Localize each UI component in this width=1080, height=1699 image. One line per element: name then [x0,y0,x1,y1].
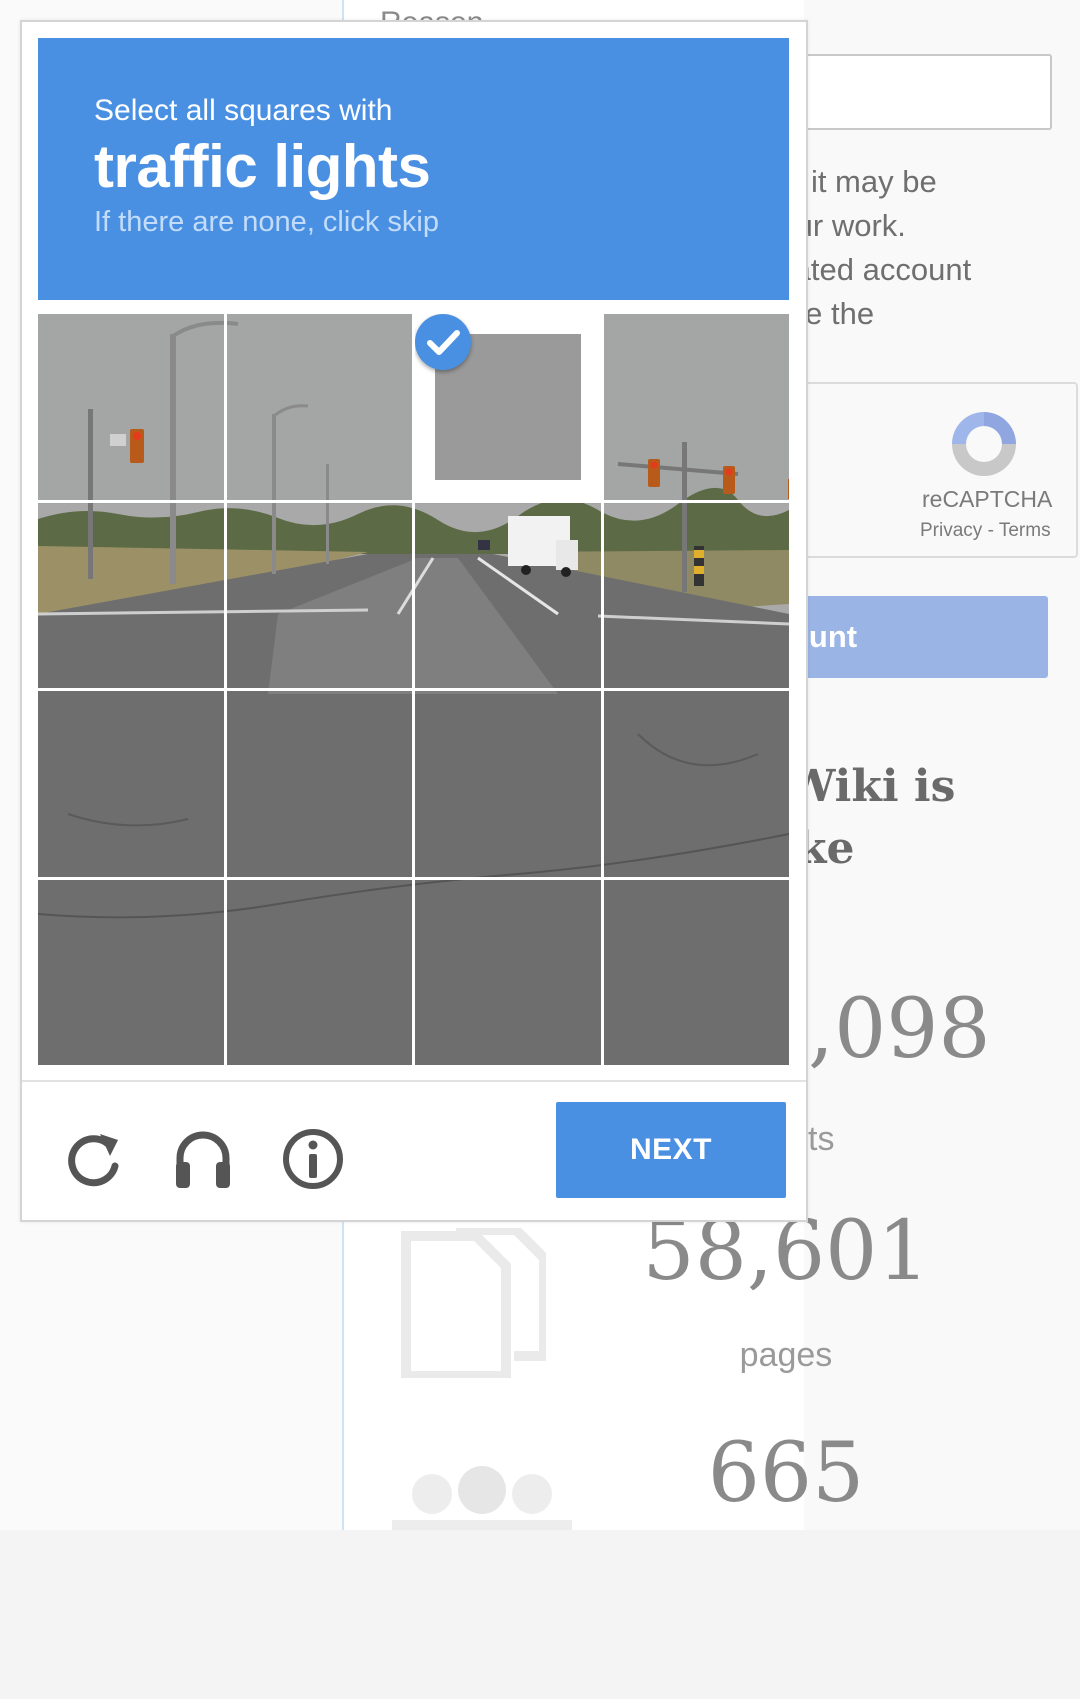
pages-icon [401,1228,546,1378]
street-scene-image [38,691,224,877]
captcha-tile[interactable] [38,879,224,1065]
captcha-tile[interactable] [603,879,789,1065]
captcha-tile[interactable] [415,879,601,1065]
privacy-link[interactable]: Privacy [920,520,982,541]
recaptcha-logo-icon [952,412,1016,476]
captcha-image-grid [38,314,789,1065]
captcha-tile[interactable] [603,314,789,500]
bottom-gray-area [0,1530,1080,1699]
captcha-tile[interactable] [415,314,601,500]
captcha-tile[interactable] [415,502,601,688]
captcha-header: Select all squares with traffic lights I… [38,38,789,300]
reload-icon[interactable] [60,1126,126,1192]
street-scene-image [226,879,412,1065]
recaptcha-links: Privacy - Terms [920,520,1051,541]
captcha-target: traffic lights [94,133,431,200]
captcha-tile[interactable] [38,691,224,877]
street-scene-image [226,314,412,500]
stat-users-value: 665 [707,1426,865,1521]
street-scene-image [38,879,224,1065]
street-scene-image [415,879,601,1065]
captcha-tile[interactable] [226,314,412,500]
headphones-icon[interactable] [170,1126,236,1192]
street-scene-image [226,691,412,877]
street-scene-image [603,314,789,500]
captcha-instruction: Select all squares with [94,94,393,127]
captcha-tile[interactable] [226,879,412,1065]
captcha-challenge: Select all squares with traffic lights I… [20,20,808,1222]
stat-pages-label: pages [739,1336,833,1374]
captcha-footer: NEXT [22,1080,806,1222]
captcha-tile[interactable] [38,314,224,500]
users-icon [392,1466,572,1532]
street-scene-image [226,502,412,688]
street-scene-image [603,691,789,877]
street-scene-image [415,691,601,877]
street-scene-image [38,314,224,500]
checkmark-icon [415,314,471,370]
recaptcha-label: reCAPTCHA [922,486,1053,512]
terms-link[interactable]: Terms [999,520,1051,541]
captcha-tile[interactable] [226,502,412,688]
info-icon[interactable] [280,1126,346,1192]
street-scene-image [415,502,601,688]
captcha-tile[interactable] [226,691,412,877]
captcha-tile[interactable] [603,691,789,877]
captcha-tile[interactable] [603,502,789,688]
captcha-hint: If there are none, click skip [94,206,439,238]
captcha-tile[interactable] [415,691,601,877]
street-scene-image [603,502,789,688]
next-button[interactable]: NEXT [556,1102,786,1198]
street-scene-image [38,502,224,688]
captcha-tile[interactable] [38,502,224,688]
street-scene-image [603,879,789,1065]
